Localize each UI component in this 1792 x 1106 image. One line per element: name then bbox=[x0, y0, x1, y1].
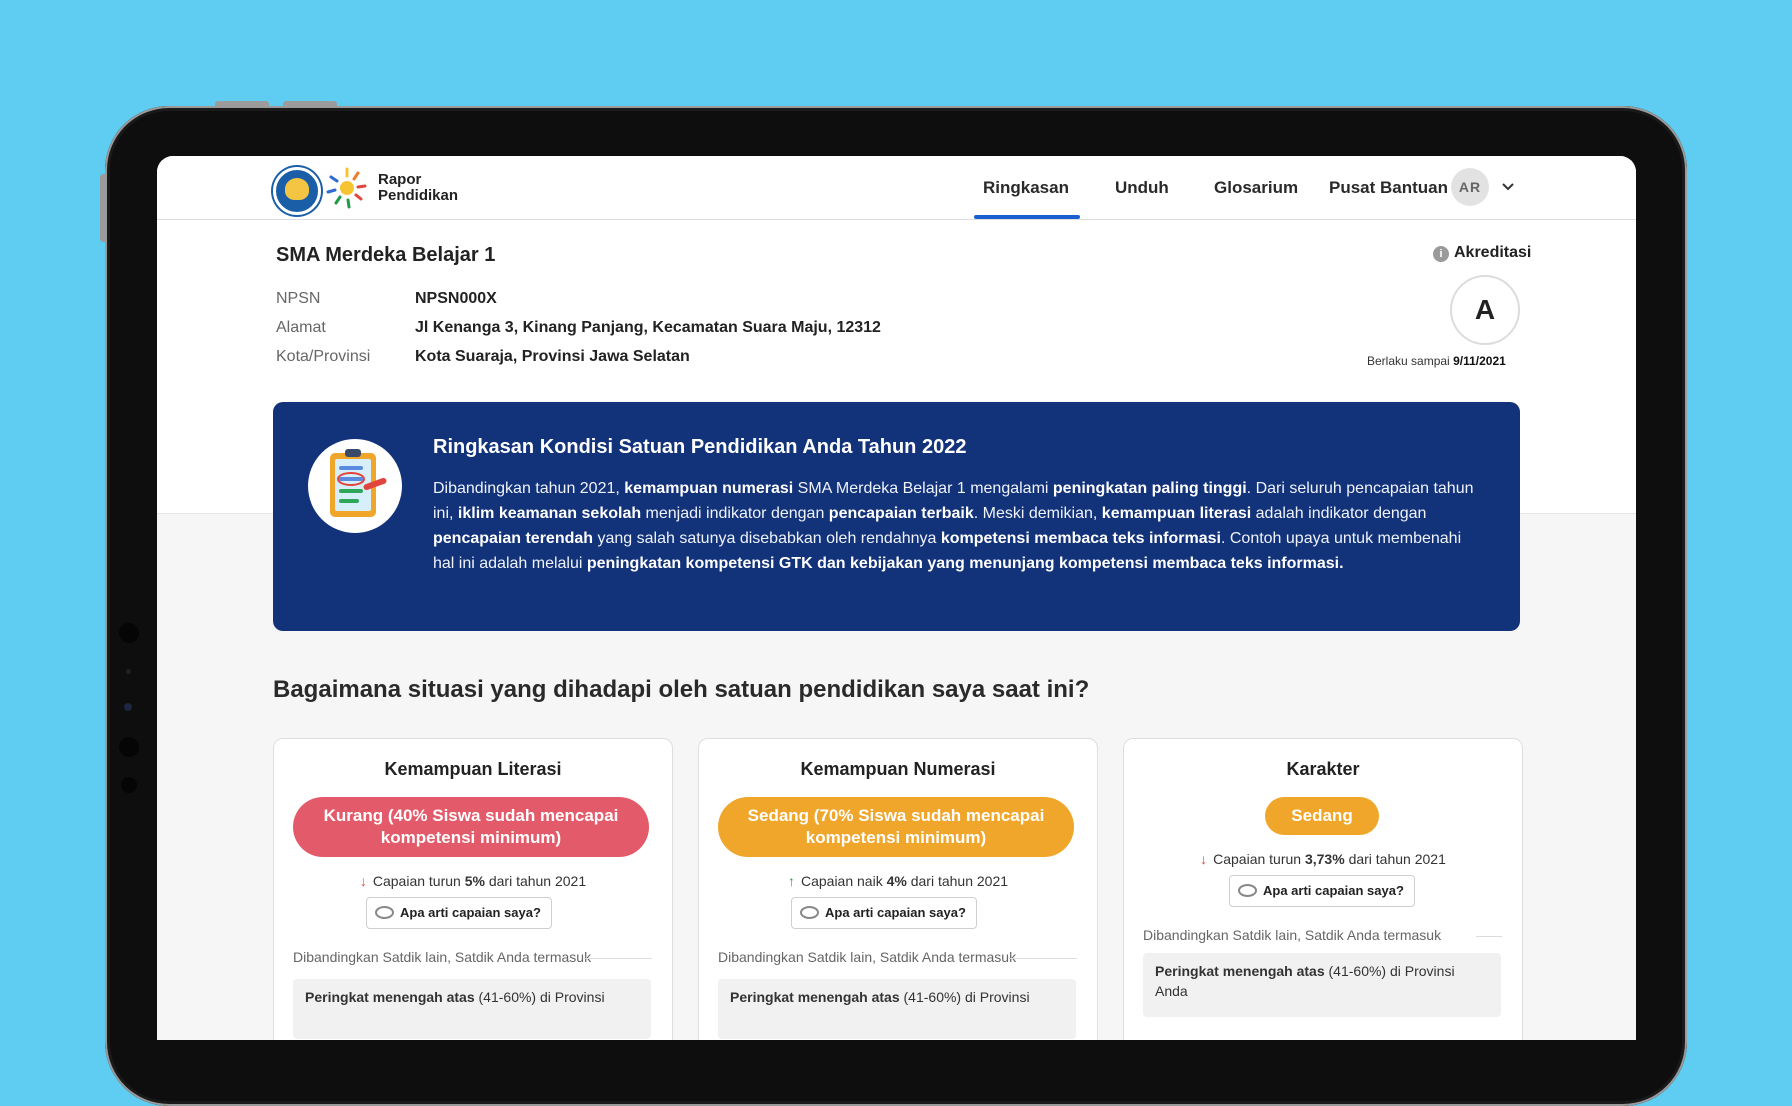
change-row: ↓ Capaian turun 5% dari tahun 2021 bbox=[274, 873, 672, 889]
rank-bold: Peringkat menengah atas bbox=[1155, 963, 1325, 979]
change-prefix: Capaian turun bbox=[1213, 851, 1302, 867]
city-province-value: Kota Suaraja, Provinsi Jawa Selatan bbox=[415, 348, 690, 365]
chevron-down-icon[interactable] bbox=[1500, 179, 1516, 195]
camera-dot-2 bbox=[126, 669, 131, 674]
ask-meaning-button[interactable]: Apa arti capaian saya? bbox=[791, 897, 977, 929]
arrow-down-icon: ↓ bbox=[359, 873, 367, 889]
accreditation-label: Akreditasi bbox=[1454, 244, 1532, 261]
divider bbox=[584, 958, 652, 959]
ask-meaning-label: Apa arti capaian saya? bbox=[825, 905, 966, 920]
camera-dot-3 bbox=[119, 737, 139, 757]
app-logo-text[interactable]: Rapor Pendidikan bbox=[378, 172, 458, 204]
section-question-heading: Bagaimana situasi yang dihadapi oleh sat… bbox=[273, 676, 1090, 703]
compare-label: Dibandingkan Satdik lain, Satdik Anda te… bbox=[718, 949, 1017, 965]
change-value: 5% bbox=[464, 873, 485, 889]
eye-icon bbox=[800, 906, 819, 920]
camera-dot-1 bbox=[119, 623, 139, 643]
status-badge: Kurang (40% Siswa sudah mencapai kompete… bbox=[293, 797, 649, 857]
divider bbox=[1476, 936, 1502, 937]
status-badge: Sedang bbox=[1265, 797, 1379, 835]
valid-until-date: 9/11/2021 bbox=[1453, 354, 1506, 368]
status-badge: Sedang (70% Siswa sudah mencapai kompete… bbox=[718, 797, 1074, 857]
change-value: 4% bbox=[886, 873, 907, 889]
arrow-up-icon: ↑ bbox=[787, 873, 795, 889]
kemendikbud-logo-icon[interactable] bbox=[273, 167, 321, 215]
npsn-value: NPSN000X bbox=[415, 290, 497, 307]
card-title: Kemampuan Numerasi bbox=[800, 759, 996, 779]
change-suffix: dari tahun 2021 bbox=[1348, 851, 1446, 867]
nav-glosarium[interactable]: Glosarium bbox=[1214, 178, 1298, 198]
ask-meaning-button[interactable]: Apa arti capaian saya? bbox=[1229, 875, 1415, 907]
ask-meaning-label: Apa arti capaian saya? bbox=[400, 905, 541, 920]
banner-title: Ringkasan Kondisi Satuan Pendidikan Anda… bbox=[433, 436, 967, 458]
compare-label: Dibandingkan Satdik lain, Satdik Anda te… bbox=[293, 949, 592, 965]
clipboard-illustration-icon bbox=[308, 439, 402, 533]
school-name: SMA Merdeka Belajar 1 bbox=[276, 244, 496, 266]
eye-icon bbox=[1238, 884, 1257, 898]
rapor-pendidikan-logo-icon[interactable] bbox=[325, 166, 369, 210]
rank-bold: Peringkat menengah atas bbox=[730, 989, 900, 1005]
card-title: Kemampuan Literasi bbox=[384, 759, 562, 779]
change-value: 3,73% bbox=[1304, 851, 1345, 867]
nav-ringkasan[interactable]: Ringkasan bbox=[983, 178, 1069, 198]
nav-pusat-bantuan[interactable]: Pusat Bantuan bbox=[1329, 178, 1448, 198]
rank-box: Peringkat menengah atas (41-60%) di Prov… bbox=[1143, 953, 1501, 1017]
camera-dot-4 bbox=[121, 777, 137, 793]
npsn-label: NPSN bbox=[276, 290, 321, 307]
change-prefix: Capaian naik bbox=[800, 873, 883, 889]
rank-box: Peringkat menengah atas (41-60%) di Prov… bbox=[293, 979, 651, 1039]
ask-meaning-label: Apa arti capaian saya? bbox=[1263, 883, 1404, 898]
camera-lens bbox=[124, 703, 132, 711]
accreditation-valid-until: Berlaku sampai 9/11/2021 bbox=[1367, 354, 1506, 368]
active-tab-indicator bbox=[974, 215, 1080, 219]
summary-banner: Ringkasan Kondisi Satuan Pendidikan Anda… bbox=[273, 402, 1520, 631]
accreditation-grade-badge: A bbox=[1450, 275, 1520, 345]
ask-meaning-button[interactable]: Apa arti capaian saya? bbox=[366, 897, 552, 929]
logo-text-line-1: Rapor bbox=[378, 171, 422, 188]
card-title: Karakter bbox=[1286, 759, 1360, 779]
card-literasi: Kemampuan Literasi Kurang (40% Siswa sud… bbox=[273, 738, 673, 1040]
address-label: Alamat bbox=[276, 319, 326, 336]
change-suffix: dari tahun 2021 bbox=[910, 873, 1009, 889]
logo-text-line-2: Pendidikan bbox=[378, 187, 459, 204]
rank-rest: (41-60%) di Provinsi bbox=[903, 989, 1030, 1005]
info-icon[interactable]: i bbox=[1433, 246, 1449, 262]
change-prefix: Capaian turun bbox=[372, 873, 461, 889]
card-karakter: Karakter Sedang ↓ Capaian turun 3,73% dar… bbox=[1123, 738, 1523, 1040]
card-numerasi: Kemampuan Numerasi Sedang (70% Siswa sud… bbox=[698, 738, 1098, 1040]
user-avatar[interactable]: AR bbox=[1451, 168, 1489, 206]
city-province-label: Kota/Provinsi bbox=[276, 348, 371, 365]
rank-rest: (41-60%) di Provinsi bbox=[478, 989, 605, 1005]
nav-unduh[interactable]: Unduh bbox=[1115, 178, 1169, 198]
compare-label: Dibandingkan Satdik lain, Satdik Anda te… bbox=[1143, 927, 1442, 943]
top-navigation-bar: Rapor Pendidikan Ringkasan Unduh Glosari… bbox=[157, 156, 1636, 220]
app-screen: Rapor Pendidikan Ringkasan Unduh Glosari… bbox=[157, 156, 1636, 1040]
rank-box: Peringkat menengah atas (41-60%) di Prov… bbox=[718, 979, 1076, 1039]
rank-bold: Peringkat menengah atas bbox=[305, 989, 475, 1005]
divider bbox=[1009, 958, 1077, 959]
change-row: ↓ Capaian turun 3,73% dari tahun 2021 bbox=[1124, 851, 1522, 867]
change-suffix: dari tahun 2021 bbox=[488, 873, 587, 889]
address-value: Jl Kenanga 3, Kinang Panjang, Kecamatan … bbox=[415, 319, 881, 336]
eye-icon bbox=[375, 906, 394, 920]
change-row: ↑ Capaian naik 4% dari tahun 2021 bbox=[699, 873, 1097, 889]
arrow-down-icon: ↓ bbox=[1200, 851, 1208, 867]
valid-until-label: Berlaku sampai bbox=[1367, 354, 1450, 368]
banner-summary-text: Dibandingkan tahun 2021, kemampuan numer… bbox=[433, 480, 1474, 572]
